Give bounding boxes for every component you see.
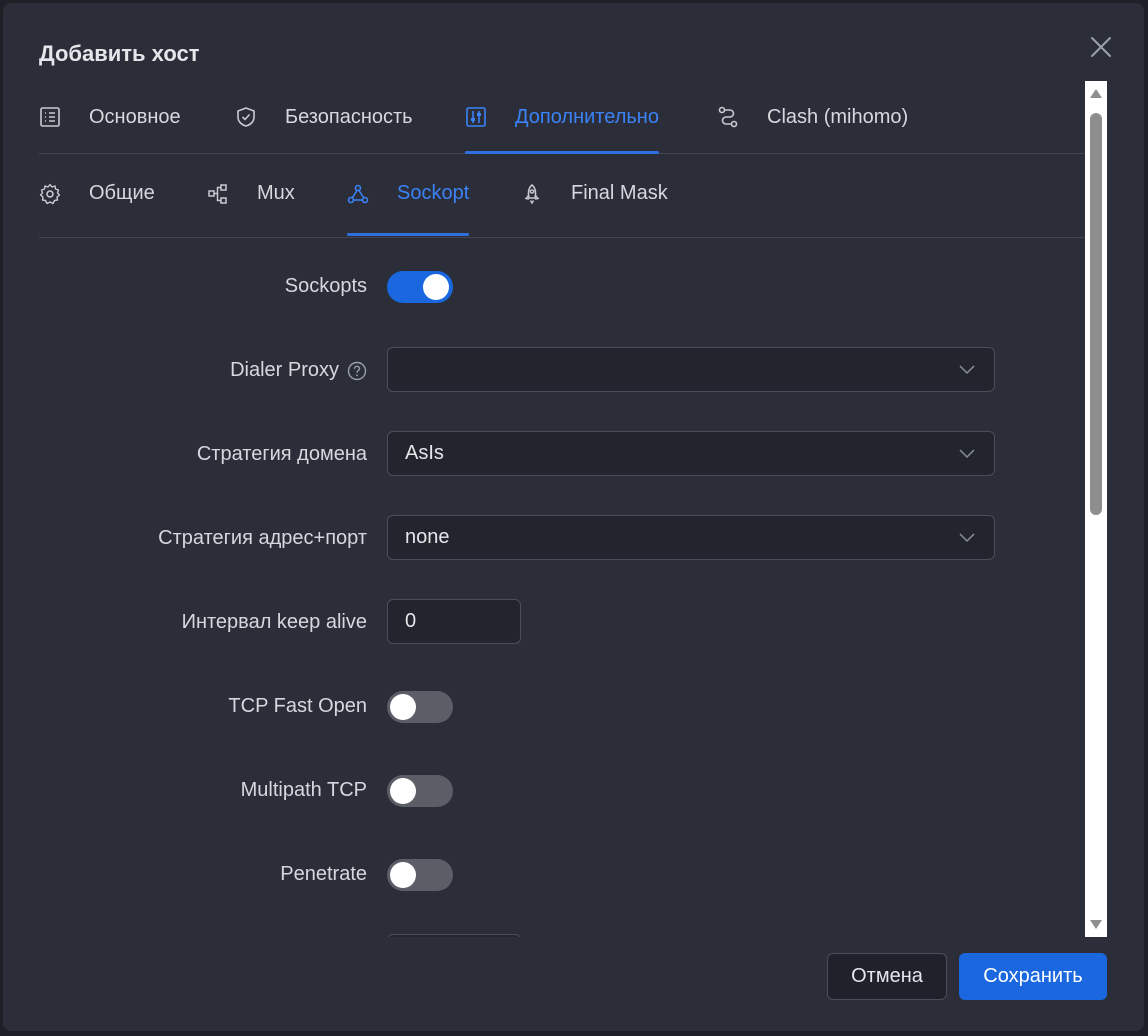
tcp-fast-open-toggle[interactable]	[387, 691, 453, 723]
penetrate-label: Penetrate	[280, 863, 367, 885]
tab-label: Основное	[89, 105, 181, 128]
tab-basic[interactable]: Основное	[39, 81, 181, 153]
save-button[interactable]: Сохранить	[959, 953, 1107, 1000]
chevron-down-icon	[958, 528, 976, 546]
toggle-knob	[390, 862, 416, 888]
rocket-icon	[521, 183, 543, 205]
tcp-fast-open-label: TCP Fast Open	[228, 695, 367, 717]
scroll-up-arrow-icon[interactable]	[1089, 87, 1103, 99]
sliders-icon	[465, 106, 487, 128]
nodes-icon	[347, 183, 369, 205]
chevron-down-icon	[958, 444, 976, 462]
subtab-general[interactable]: Общие	[39, 152, 155, 235]
multipath-tcp-toggle[interactable]	[387, 775, 453, 807]
toggle-knob	[390, 694, 416, 720]
dialer-proxy-select[interactable]	[387, 347, 995, 392]
keep-alive-input[interactable]: 0	[387, 599, 521, 644]
subtab-label: Mux	[257, 182, 295, 204]
tab-label: Дополнительно	[515, 105, 659, 128]
keep-alive-label: Интервал keep alive	[181, 611, 367, 633]
dialer-proxy-label: Dialer Proxy	[230, 359, 367, 382]
sub-tabs: Общие Mux Sockopt Final Mask	[39, 154, 1084, 238]
chevron-down-icon	[958, 360, 976, 378]
subtab-mux[interactable]: Mux	[207, 152, 295, 235]
tab-clash[interactable]: Clash (mihomo)	[717, 81, 908, 153]
sockopts-label: Sockopts	[284, 275, 367, 297]
dialog-title: Добавить хост	[39, 41, 200, 66]
domain-strategy-select[interactable]: AsIs	[387, 431, 995, 476]
domain-strategy-label: Стратегия домена	[196, 443, 367, 465]
shield-check-icon	[235, 106, 257, 128]
subtab-label: Final Mask	[571, 182, 668, 204]
sockopts-toggle[interactable]	[387, 271, 453, 303]
question-circle-icon[interactable]	[347, 361, 367, 381]
subtab-label: Sockopt	[397, 182, 470, 204]
scrollbar[interactable]	[1085, 81, 1107, 937]
multipath-tcp-label: Multipath TCP	[240, 779, 367, 801]
close-icon	[1091, 37, 1111, 57]
addr-port-strategy-value: none	[405, 526, 450, 548]
dialog-body: Основное Безопасность Дополнительно Clas…	[39, 81, 1084, 937]
addr-port-strategy-label: Стратегия адрес+порт	[158, 527, 367, 549]
toggle-knob	[423, 274, 449, 300]
penetrate-toggle[interactable]	[387, 859, 453, 891]
tab-label: Clash (mihomo)	[767, 105, 909, 128]
subtab-label: Общие	[89, 182, 155, 204]
keep-alive-value: 0	[405, 610, 417, 632]
tab-label: Безопасность	[285, 105, 413, 128]
tab-security[interactable]: Безопасность	[235, 81, 413, 153]
tab-advanced[interactable]: Дополнительно	[465, 81, 659, 154]
gear-icon	[39, 183, 61, 205]
cancel-button[interactable]: Отмена	[827, 953, 947, 1000]
dialer-proxy-label-text: Dialer Proxy	[230, 359, 339, 381]
subtab-sockopt[interactable]: Sockopt	[347, 152, 470, 236]
next-field-partial[interactable]	[387, 934, 521, 937]
list-icon	[39, 106, 61, 128]
close-button[interactable]	[1087, 33, 1115, 61]
scrollbar-thumb[interactable]	[1090, 113, 1102, 515]
route-icon	[717, 106, 739, 128]
scroll-down-arrow-icon[interactable]	[1089, 919, 1103, 931]
network-icon	[207, 183, 229, 205]
domain-strategy-value: AsIs	[405, 442, 444, 464]
add-host-dialog: Добавить хост Основное Безопасность Допо…	[3, 3, 1144, 1031]
addr-port-strategy-select[interactable]: none	[387, 515, 995, 560]
subtab-final-mask[interactable]: Final Mask	[521, 152, 668, 235]
toggle-knob	[390, 778, 416, 804]
main-tabs: Основное Безопасность Дополнительно Clas…	[39, 81, 1084, 154]
